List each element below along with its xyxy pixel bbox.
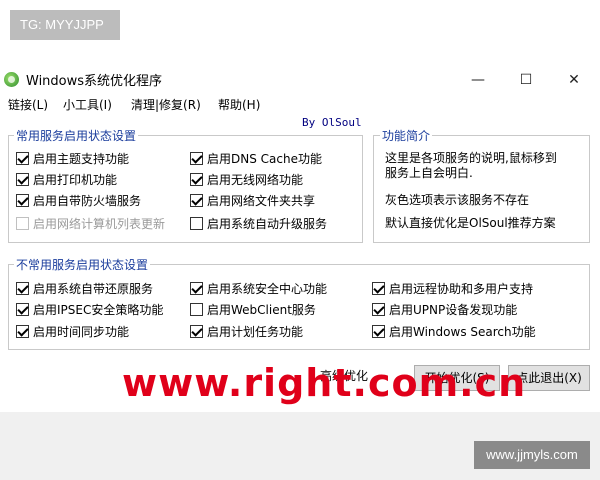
checkbox-label: 启用时间同步功能 [33, 324, 130, 339]
maximize-button[interactable]: ☐ [508, 68, 544, 92]
checkbox-label: 启用网络文件夹共享 [207, 193, 316, 208]
common-service-checkbox-3[interactable]: 启用无线网络功能 [190, 170, 303, 188]
checkbox-box [16, 216, 29, 230]
common-service-checkbox-5[interactable]: 启用网络文件夹共享 [190, 191, 315, 209]
uncommon-service-checkbox-7[interactable]: 启用计划任务功能 [190, 322, 303, 340]
common-service-checkbox-6: 启用网络计算机列表更新 [16, 214, 165, 232]
intro-line-3: 灰色选项表示该服务不存在 [385, 193, 530, 207]
checkbox-box[interactable] [190, 281, 203, 295]
uncommon-service-checkbox-2[interactable]: 启用远程协助和多用户支持 [372, 279, 533, 297]
intro-line-1: 这里是各项服务的说明,鼠标移到 [385, 151, 557, 165]
uncommon-service-checkbox-4[interactable]: 启用WebClient服务 [190, 300, 316, 318]
app-icon [4, 72, 19, 87]
checkbox-box[interactable] [16, 151, 29, 165]
checkbox-box[interactable] [372, 324, 385, 338]
checkbox-box[interactable] [372, 281, 385, 295]
menu-tools[interactable]: 小工具(I) [63, 96, 112, 113]
checkbox-box[interactable] [190, 193, 203, 207]
common-service-checkbox-4[interactable]: 启用自带防火墙服务 [16, 191, 141, 209]
uncommon-service-checkbox-6[interactable]: 启用时间同步功能 [16, 322, 129, 340]
checkbox-box[interactable] [16, 324, 29, 338]
uncommon-service-checkbox-3[interactable]: 启用IPSEC安全策略功能 [16, 300, 163, 318]
menu-links[interactable]: 链接(L) [8, 96, 48, 113]
menu-clean-repair[interactable]: 清理|修复(R) [131, 96, 201, 113]
checkbox-box[interactable] [190, 151, 203, 165]
checkbox-box[interactable] [16, 302, 29, 316]
checkbox-label: 启用系统自带还原服务 [33, 281, 154, 296]
intro-group-title: 功能简介 [380, 127, 433, 144]
menu-help[interactable]: 帮助(H) [218, 96, 260, 113]
checkbox-box[interactable] [190, 216, 203, 230]
site-watermark: www.jjmyls.com [474, 441, 590, 469]
common-service-checkbox-1[interactable]: 启用DNS Cache功能 [190, 149, 322, 167]
uncommon-service-checkbox-1[interactable]: 启用系统安全中心功能 [190, 279, 327, 297]
author-credit: By OlSoul [302, 116, 362, 129]
checkbox-label: 启用IPSEC安全策略功能 [33, 302, 164, 317]
intro-line-4: 默认直接优化是OlSoul推荐方案 [385, 216, 556, 230]
checkbox-box[interactable] [190, 302, 203, 316]
checkbox-label: 启用无线网络功能 [207, 172, 304, 187]
checkbox-box[interactable] [190, 172, 203, 186]
checkbox-label: 启用系统自动升级服务 [207, 216, 328, 231]
window-title: Windows系统优化程序 [26, 74, 163, 89]
checkbox-box[interactable] [16, 172, 29, 186]
minimize-button[interactable]: — [460, 68, 496, 92]
common-group-title: 常用服务启用状态设置 [14, 127, 139, 144]
tg-watermark: TG: MYYJJPP [10, 10, 120, 40]
checkbox-box[interactable] [16, 193, 29, 207]
uncommon-group-title: 不常用服务启用状态设置 [14, 256, 151, 273]
checkbox-label: 启用计划任务功能 [207, 324, 304, 339]
common-service-checkbox-2[interactable]: 启用打印机功能 [16, 170, 117, 188]
intro-line-2: 服务上自会明白. [385, 166, 473, 180]
right-com-watermark: www.right.com.cn [122, 361, 527, 405]
uncommon-service-checkbox-8[interactable]: 启用Windows Search功能 [372, 322, 536, 340]
uncommon-service-checkbox-5[interactable]: 启用UPNP设备发现功能 [372, 300, 517, 318]
checkbox-label: 启用主题支持功能 [33, 151, 130, 166]
close-button[interactable]: ✕ [556, 68, 592, 92]
checkbox-label: 启用网络计算机列表更新 [33, 216, 166, 231]
checkbox-label: 启用打印机功能 [33, 172, 118, 187]
checkbox-label: 启用自带防火墙服务 [33, 193, 142, 208]
uncommon-service-checkbox-0[interactable]: 启用系统自带还原服务 [16, 279, 153, 297]
checkbox-label: 启用Windows Search功能 [389, 324, 536, 339]
checkbox-label: 启用UPNP设备发现功能 [389, 302, 518, 317]
checkbox-label: 启用系统安全中心功能 [207, 281, 328, 296]
common-service-checkbox-7[interactable]: 启用系统自动升级服务 [190, 214, 327, 232]
checkbox-box[interactable] [372, 302, 385, 316]
checkbox-box[interactable] [16, 281, 29, 295]
common-service-checkbox-0[interactable]: 启用主题支持功能 [16, 149, 129, 167]
checkbox-box[interactable] [190, 324, 203, 338]
checkbox-label: 启用DNS Cache功能 [207, 151, 322, 166]
checkbox-label: 启用WebClient服务 [207, 302, 316, 317]
checkbox-label: 启用远程协助和多用户支持 [389, 281, 534, 296]
